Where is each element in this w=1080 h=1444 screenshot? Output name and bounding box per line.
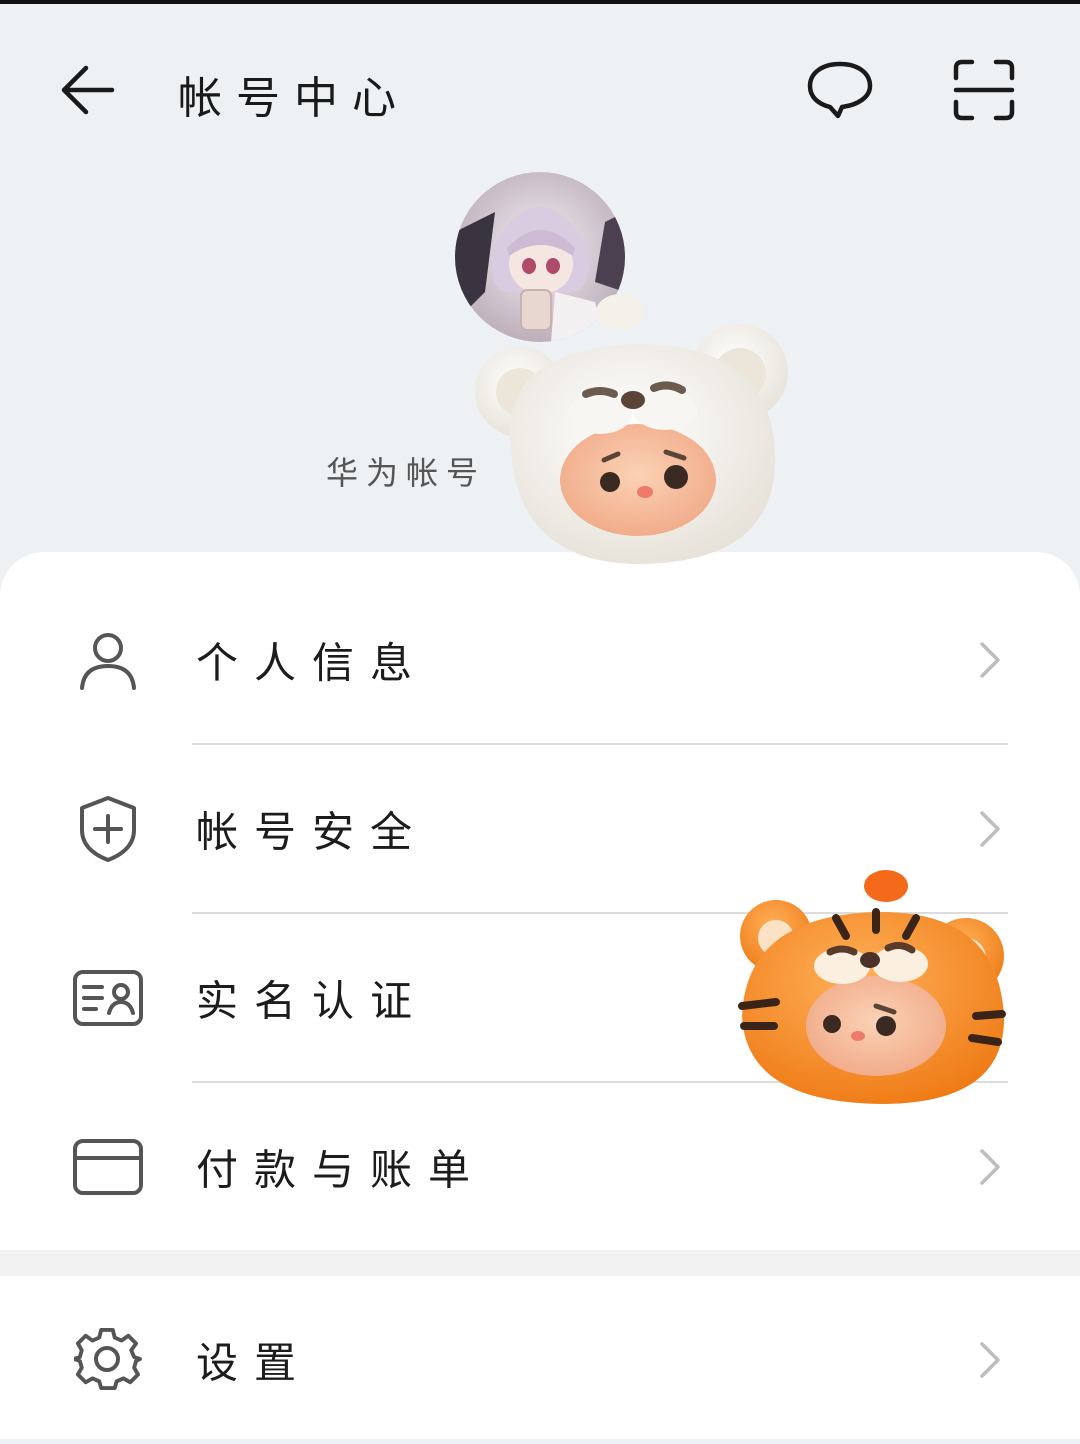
page-title: 帐号中心 — [178, 73, 410, 124]
account-name: 华为帐号 — [326, 454, 487, 492]
credit-card-icon — [73, 1139, 143, 1195]
orange-tiger-mascot — [736, 866, 1010, 1110]
shield-plus-icon — [80, 796, 136, 862]
chat-bubble-icon — [807, 61, 873, 119]
chevron-right-icon — [980, 642, 1000, 678]
arrow-left-icon — [61, 65, 115, 115]
menu-item-settings[interactable]: 设置 — [0, 1276, 1080, 1444]
settings-card: 设置 — [0, 1276, 1080, 1439]
menu-item-label: 设置 — [196, 1338, 313, 1388]
menu-item-label: 个人信息 — [196, 638, 429, 688]
menu-item-label: 付款与账单 — [196, 1145, 487, 1195]
scan-icon — [953, 59, 1015, 121]
chevron-right-icon — [980, 1342, 1000, 1378]
messages-button[interactable] — [800, 54, 880, 126]
menu-item-personal-info[interactable]: 个人信息 — [0, 576, 1080, 744]
chevron-right-icon — [980, 811, 1000, 847]
chevron-right-icon — [980, 1149, 1000, 1185]
person-icon — [80, 633, 136, 690]
menu-item-label: 实名认证 — [196, 976, 429, 1026]
header: 帐号中心 — [0, 4, 1080, 164]
gear-icon — [74, 1327, 142, 1391]
menu-item-label: 帐号安全 — [196, 807, 429, 857]
scan-button[interactable] — [946, 54, 1022, 126]
id-card-icon — [73, 970, 143, 1026]
white-tiger-mascot — [470, 282, 800, 572]
back-button[interactable] — [52, 54, 124, 126]
section-gap — [0, 1250, 1080, 1276]
